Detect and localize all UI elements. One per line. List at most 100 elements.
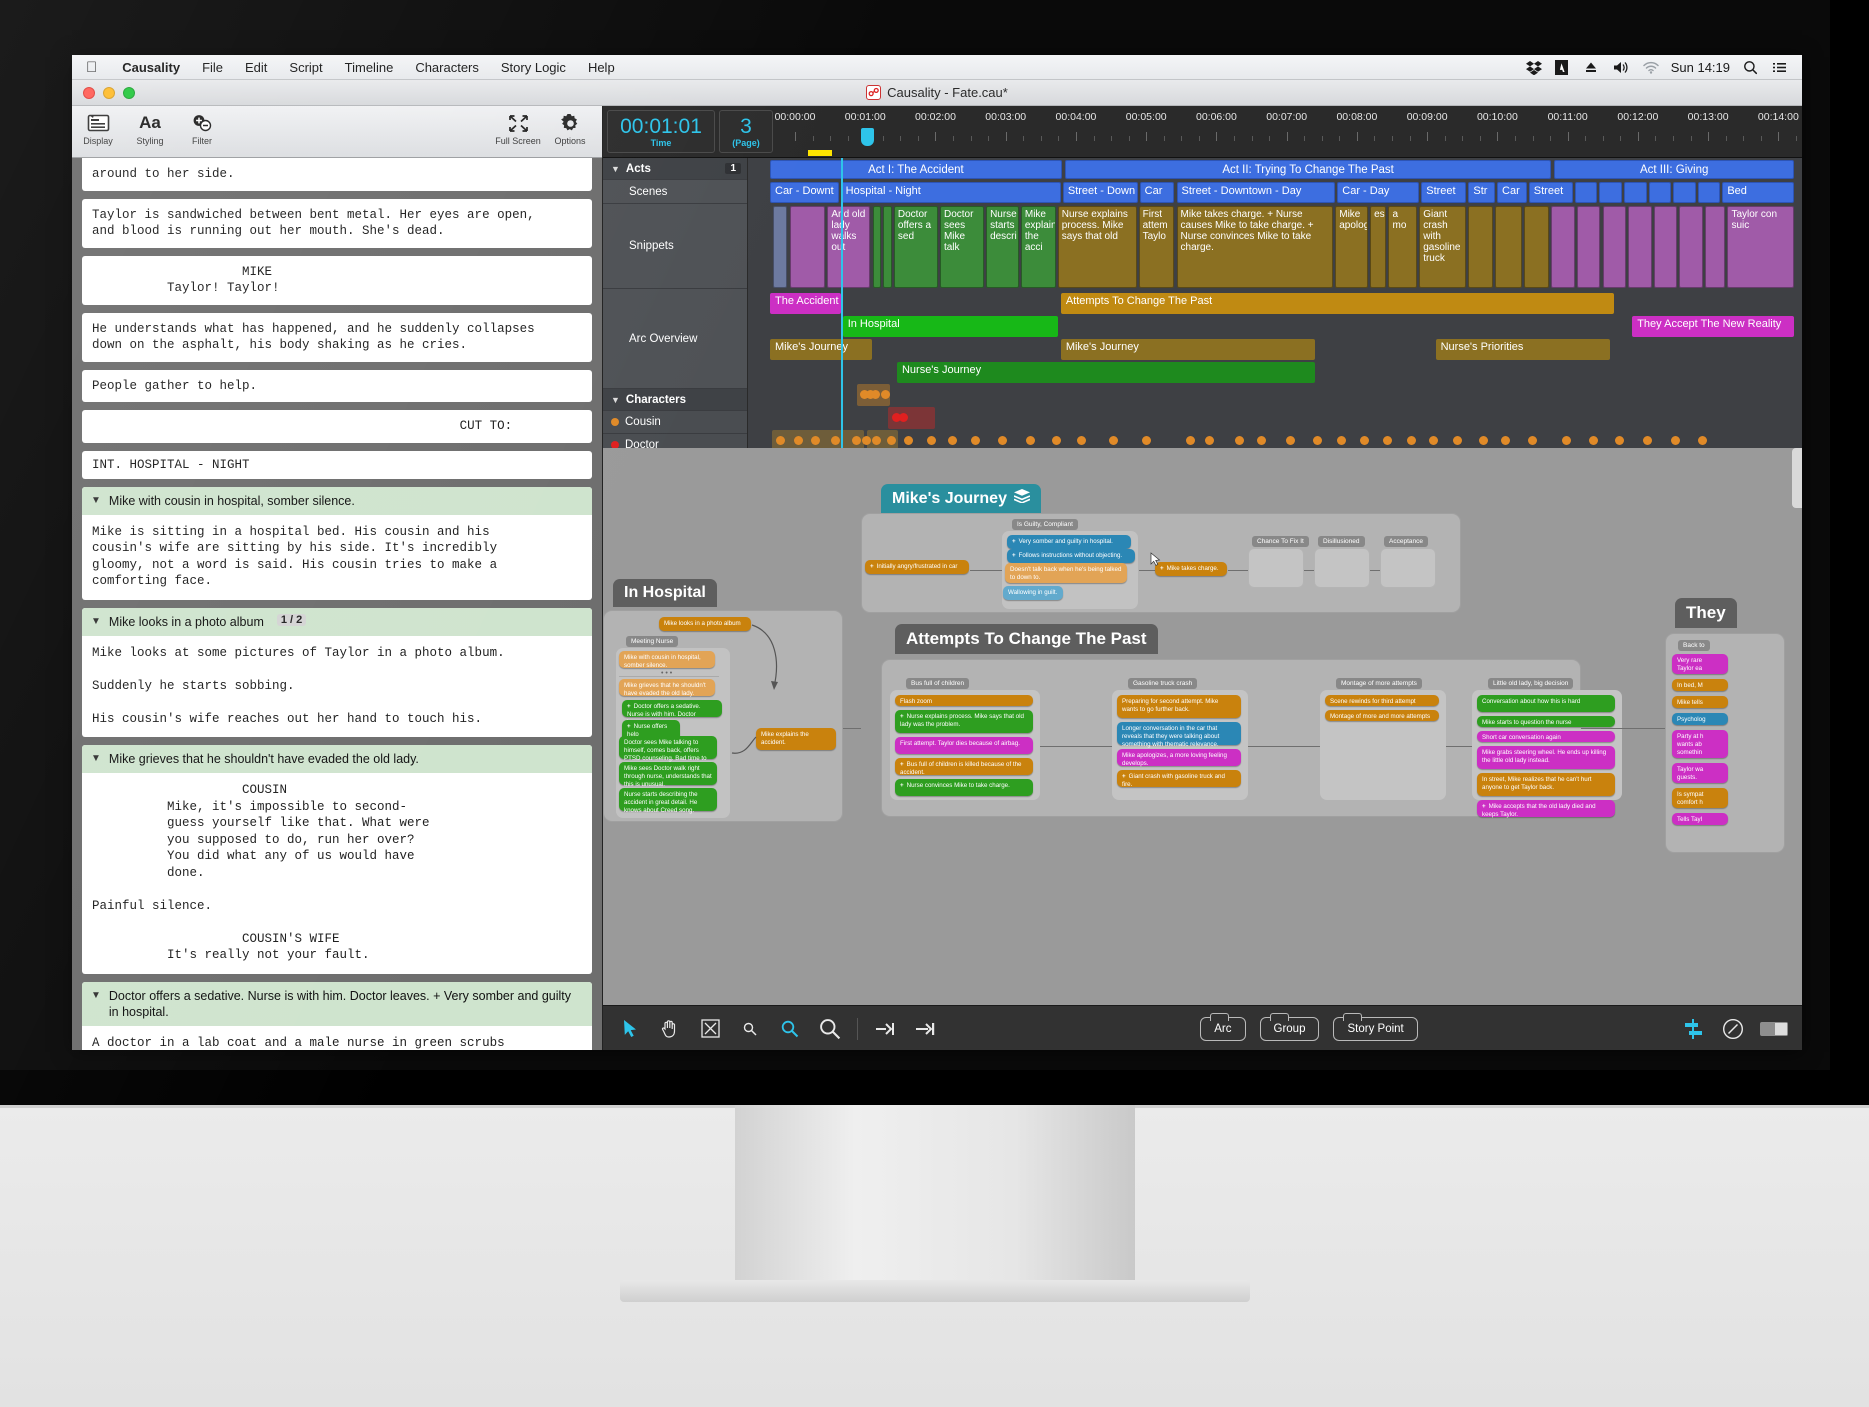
- scene-clip[interactable]: Str: [1468, 182, 1495, 203]
- character-beat-dot[interactable]: [1383, 436, 1393, 445]
- arc-clip[interactable]: They Accept The New Reality: [1632, 316, 1794, 337]
- menubar-clock[interactable]: Sun 14:19: [1671, 60, 1730, 75]
- story-point-node-ptsd-counseling[interactable]: Doctor sees Mike talking to himself, com…: [619, 736, 717, 770]
- story-point-node[interactable]: In street, Mike realizes that he can't h…: [1477, 773, 1615, 796]
- snippet-clip[interactable]: Giant crash with gasoline truck: [1419, 206, 1467, 288]
- script-transition-block[interactable]: CUT TO:: [82, 410, 592, 443]
- group-title-mikes-journey[interactable]: Mike's Journey: [881, 484, 1041, 513]
- full-screen-button[interactable]: Full Screen: [492, 106, 544, 146]
- story-point-node-doctor-sedative[interactable]: + Doctor offers a sedative. Nurse is with…: [622, 700, 722, 726]
- filter-button[interactable]: Filter: [176, 106, 228, 146]
- character-beat-dot[interactable]: [998, 436, 1008, 445]
- snippet-clip[interactable]: [873, 206, 882, 288]
- character-beat-dot[interactable]: [1108, 436, 1118, 445]
- script-action-block[interactable]: He understands what has happened, and he…: [82, 312, 592, 362]
- zoom-reset-tool[interactable]: [777, 1016, 803, 1042]
- track-header-characters[interactable]: ▼ Characters: [603, 389, 747, 411]
- collapse-triangle-icon[interactable]: ▼: [91, 751, 101, 767]
- act-clip[interactable]: Act II: Trying To Change The Past: [1064, 160, 1552, 179]
- script-dialogue-block[interactable]: MIKE Taylor! Taylor!: [82, 255, 592, 305]
- arc-clip[interactable]: In Hospital: [842, 316, 1058, 337]
- script-action-top[interactable]: around to her side.: [82, 158, 592, 191]
- act-clip[interactable]: Act III: Giving: [1554, 160, 1794, 179]
- story-point-node[interactable]: + Bus full of children is killed because …: [895, 758, 1033, 776]
- apple-menu-icon[interactable]: : [86, 60, 97, 75]
- character-beat-dot[interactable]: [1077, 436, 1087, 445]
- character-beat-dot[interactable]: [1312, 436, 1322, 445]
- story-point-node-nurse-describes[interactable]: Nurse starts describing the accident in …: [619, 788, 717, 814]
- options-button[interactable]: Options: [544, 106, 596, 146]
- story-point-node[interactable]: Mike apologizes, a more loving feeling d…: [1117, 749, 1241, 767]
- story-point-node-photo-album[interactable]: Mike looks in a photo album: [659, 617, 751, 631]
- snippet-clip[interactable]: [1602, 206, 1627, 288]
- snippet-clip[interactable]: Doctor offers a sed: [893, 206, 938, 288]
- arc-clip[interactable]: The Accident: [770, 293, 841, 314]
- scene-clip[interactable]: [1599, 182, 1622, 203]
- menu-characters[interactable]: Characters: [404, 60, 490, 75]
- scene-header[interactable]: ▼ Mike looks in a photo album 1 / 2: [82, 607, 592, 636]
- scene-clip[interactable]: Street - Downtown - Day: [1176, 182, 1336, 203]
- snippet-clip[interactable]: [1576, 206, 1601, 288]
- scene-body-text[interactable]: A doctor in a lab coat and a male nurse …: [82, 1026, 592, 1051]
- character-beat-dot[interactable]: [899, 413, 909, 422]
- track-header-scenes[interactable]: Scenes: [603, 180, 747, 204]
- arc-tag-button[interactable]: Arc: [1200, 1012, 1246, 1041]
- character-beat-dot[interactable]: [1257, 436, 1267, 445]
- zoom-out-tool[interactable]: [737, 1016, 763, 1042]
- fit-to-screen-tool[interactable]: [697, 1016, 723, 1042]
- styling-button[interactable]: Aa Styling: [124, 106, 176, 146]
- scene-clip[interactable]: [1624, 182, 1647, 203]
- character-beat-dot[interactable]: [1478, 436, 1488, 445]
- snippet-clip[interactable]: es,: [1370, 206, 1387, 288]
- menu-story-logic[interactable]: Story Logic: [490, 60, 577, 75]
- scene-clip[interactable]: Car - Day: [1337, 182, 1420, 203]
- snippet-clip[interactable]: Nurse starts descri: [986, 206, 1019, 288]
- story-point-node[interactable]: Short car conversation again: [1477, 731, 1615, 742]
- character-beat-dot[interactable]: [1406, 436, 1416, 445]
- character-beat-dot[interactable]: [1501, 436, 1511, 445]
- menu-edit[interactable]: Edit: [234, 60, 278, 75]
- story-graph-canvas[interactable]: Mike's Journey Is Guilty, Compliant + Very …: [603, 448, 1802, 1005]
- group-tag-button[interactable]: Group: [1259, 1012, 1320, 1041]
- story-point-node[interactable]: Flash zoom: [895, 695, 1033, 706]
- scene-body-text[interactable]: Mike looks at some pictures of Taylor in…: [82, 636, 592, 738]
- track-header-acts[interactable]: ▼ Acts 1: [603, 158, 747, 180]
- scene-header[interactable]: ▼ Mike with cousin in hospital, somber s…: [82, 486, 592, 515]
- character-beat-dot[interactable]: [1614, 436, 1624, 445]
- scene-clip[interactable]: [1648, 182, 1672, 203]
- character-beat-dot[interactable]: [880, 390, 890, 399]
- zoom-in-tool[interactable]: [817, 1016, 843, 1042]
- script-scroll-area[interactable]: around to her side. Taylor is sandwiched…: [72, 158, 602, 1050]
- track-header-arc-overview[interactable]: Arc Overview: [603, 289, 747, 389]
- panel-toggle[interactable]: [1760, 1021, 1788, 1036]
- snippet-clip[interactable]: First attem Taylo: [1138, 206, 1175, 288]
- collapse-triangle-icon[interactable]: ▼: [91, 988, 101, 1004]
- character-beat-dot[interactable]: [1234, 436, 1244, 445]
- placeholder-group[interactable]: [1248, 548, 1304, 588]
- group-in-hospital[interactable]: Mike looks in a photo album Meeting Nurse…: [603, 610, 843, 822]
- story-point-node[interactable]: Conversation about how this is hard: [1477, 695, 1615, 712]
- menu-help[interactable]: Help: [577, 60, 626, 75]
- character-beat-dot[interactable]: [904, 436, 914, 445]
- story-point-node-cousin-hospital[interactable]: Mike with cousin in hospital, somber sil…: [619, 651, 715, 669]
- menu-script[interactable]: Script: [278, 60, 333, 75]
- menu-timeline[interactable]: Timeline: [334, 60, 405, 75]
- dropbox-icon[interactable]: [1525, 60, 1542, 75]
- scene-clip[interactable]: Car - Downt: [770, 182, 839, 203]
- scene-clip[interactable]: Street - Down: [1062, 182, 1138, 203]
- eject-icon[interactable]: [1584, 60, 1600, 75]
- story-point-node[interactable]: Preparing for second attempt. Mike wants…: [1117, 695, 1241, 718]
- snippet-clip[interactable]: Taylor con suic: [1727, 206, 1794, 288]
- edit-pencil-tool[interactable]: [1720, 1016, 1746, 1042]
- scene-header[interactable]: ▼ Mike grieves that he shouldn't have ev…: [82, 745, 592, 773]
- script-action-block[interactable]: People gather to help.: [82, 369, 592, 402]
- menu-file[interactable]: File: [191, 60, 234, 75]
- story-point-node[interactable]: + Nurse convinces Mike to take charge.: [895, 779, 1033, 796]
- snippet-clip[interactable]: [1468, 206, 1493, 288]
- volume-icon[interactable]: [1613, 60, 1629, 75]
- scene-clip[interactable]: [1673, 182, 1696, 203]
- character-beat-dot[interactable]: [1527, 436, 1537, 445]
- act-clip[interactable]: Act I: The Accident: [770, 160, 1062, 179]
- character-beat-dot[interactable]: [793, 436, 803, 445]
- group-they-accept-the-new-reality[interactable]: Back to Very rare Taylor ea In bed, M Mike …: [1665, 633, 1785, 853]
